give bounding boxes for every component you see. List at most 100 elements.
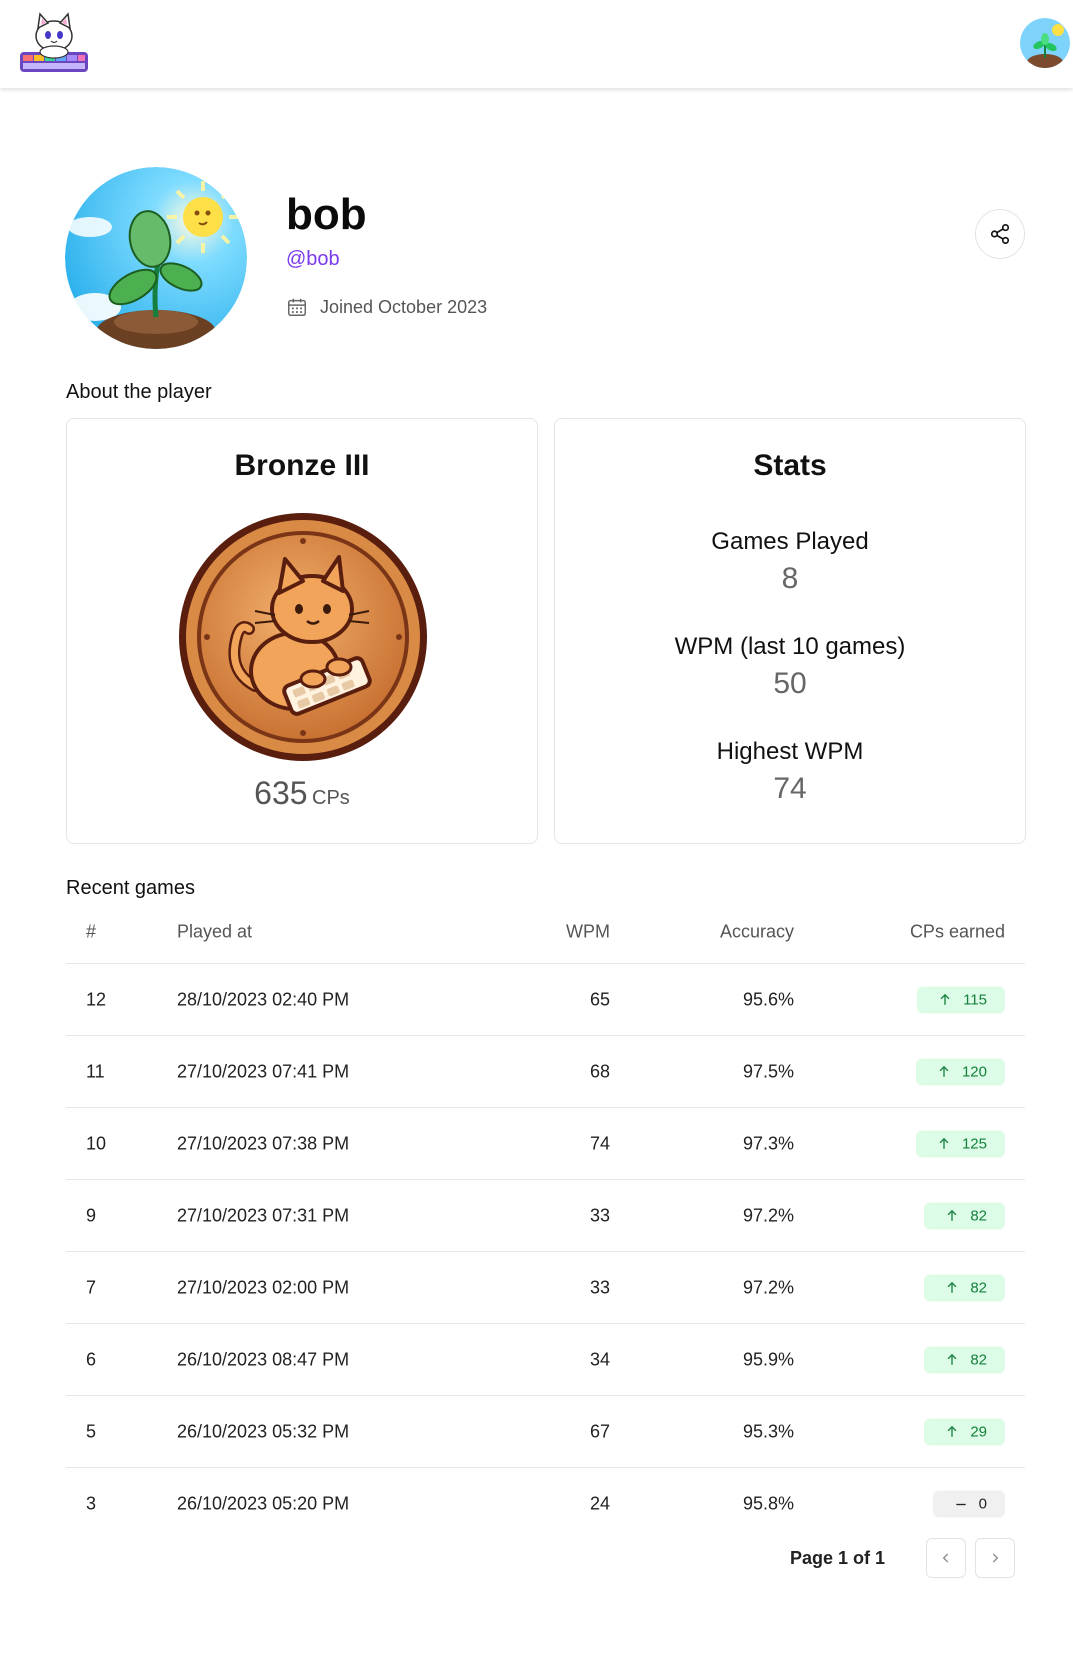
game-number: 5 bbox=[86, 1421, 97, 1441]
bronze-medal-icon bbox=[177, 511, 429, 763]
column-header-cps-earned: CPs earned bbox=[909, 921, 1005, 941]
minus-icon bbox=[955, 1503, 966, 1505]
played-at: 26/10/2023 08:47 PM bbox=[177, 1349, 350, 1369]
cps-earned-badge: 115 bbox=[917, 986, 1005, 1013]
cps-earned: 29 bbox=[924, 1418, 1005, 1445]
stats-card: Stats Games Played 8 WPM (last 10 games)… bbox=[554, 418, 1026, 844]
user-avatar[interactable] bbox=[1020, 18, 1070, 68]
played-at: 28/10/2023 02:40 PM bbox=[177, 989, 350, 1009]
table-row: 12 28/10/2023 02:40 PM 65 95.6% 115 bbox=[66, 964, 1025, 1036]
accuracy-value: 97.2% bbox=[742, 1205, 794, 1225]
username-handle: @bob bbox=[286, 248, 340, 270]
stat-value: 50 bbox=[773, 667, 807, 700]
stat-value: 74 bbox=[773, 772, 807, 805]
table-row: 9 27/10/2023 07:31 PM 33 97.2% 82 bbox=[66, 1180, 1025, 1252]
table-row: 5 26/10/2023 05:32 PM 67 95.3% 29 bbox=[66, 1396, 1025, 1468]
arrow-up-icon bbox=[940, 993, 950, 1005]
game-number: 11 bbox=[86, 1061, 105, 1081]
cps-earned: 115 bbox=[917, 986, 1005, 1013]
wpm-value: 68 bbox=[589, 1061, 610, 1081]
page-indicator: Page 1 of 1 bbox=[789, 1548, 885, 1568]
arrow-up-icon bbox=[939, 1137, 949, 1149]
accuracy-value: 95.8% bbox=[742, 1493, 794, 1514]
wpm-value: 34 bbox=[589, 1349, 610, 1369]
recent-games-title: Recent games bbox=[66, 877, 195, 899]
stat-label: Games Played bbox=[711, 528, 869, 555]
arrow-up-icon bbox=[947, 1353, 957, 1365]
app-logo[interactable] bbox=[18, 10, 90, 76]
column-header-accuracy: Accuracy bbox=[719, 921, 794, 941]
arrow-up-icon bbox=[939, 1065, 949, 1077]
table-row: 6 26/10/2023 08:47 PM 34 95.9% 82 bbox=[66, 1324, 1025, 1396]
stat-label: WPM (last 10 games) bbox=[674, 633, 906, 660]
cps-earned-badge: 82 bbox=[924, 1346, 1005, 1373]
cps-earned-value: 82 bbox=[970, 1351, 987, 1368]
cps-earned-badge: 82 bbox=[924, 1202, 1005, 1229]
cps-earned-value: 120 bbox=[961, 1063, 987, 1080]
pagination: Page 1 of 1 bbox=[66, 1536, 1025, 1580]
column-header-number: # bbox=[86, 921, 97, 941]
game-number: 9 bbox=[86, 1205, 97, 1225]
cps-earned-value: 29 bbox=[970, 1423, 987, 1440]
stat-games-played: Games Played 8 bbox=[555, 528, 1025, 596]
game-number: 3 bbox=[86, 1493, 97, 1514]
game-number: 10 bbox=[86, 1133, 107, 1153]
cps-earned-value: 0 bbox=[978, 1495, 987, 1513]
table-row: 11 27/10/2023 07:41 PM 68 97.5% 120 bbox=[66, 1036, 1025, 1108]
cps-earned-value: 125 bbox=[961, 1135, 987, 1152]
stats-title: Stats bbox=[753, 449, 827, 482]
cps-earned-value: 82 bbox=[970, 1279, 987, 1296]
display-name: bob bbox=[286, 190, 367, 239]
arrow-up-icon bbox=[947, 1281, 957, 1293]
arrow-up-icon bbox=[947, 1425, 957, 1437]
arrow-up-icon bbox=[947, 1209, 957, 1221]
table-row: 3 26/10/2023 05:20 PM 24 95.8% 0 bbox=[66, 1468, 1025, 1540]
played-at: 27/10/2023 07:31 PM bbox=[177, 1205, 350, 1225]
next-page-button[interactable] bbox=[975, 1538, 1015, 1578]
cps-total: 635 CPs bbox=[67, 775, 537, 812]
cps-earned-value: 82 bbox=[970, 1207, 987, 1224]
cps-earned-badge: 120 bbox=[915, 1058, 1005, 1085]
join-date: Joined October 2023 bbox=[286, 296, 487, 318]
recent-games-table: # Played at WPM Accuracy CPs earned 12 28… bbox=[66, 900, 1025, 1540]
cps-earned: 82 bbox=[924, 1202, 1005, 1229]
accuracy-value: 97.3% bbox=[742, 1133, 794, 1153]
chevron-left-icon bbox=[942, 1553, 949, 1563]
cps-unit: CPs bbox=[312, 787, 350, 809]
share-icon bbox=[990, 224, 1010, 244]
previous-page-button[interactable] bbox=[926, 1538, 966, 1578]
join-date-label: Joined October 2023 bbox=[320, 296, 488, 317]
played-at: 27/10/2023 07:41 PM bbox=[177, 1061, 350, 1081]
cps-earned-badge: 82 bbox=[924, 1274, 1005, 1301]
cps-value: 635 bbox=[254, 775, 308, 811]
played-at: 26/10/2023 05:20 PM bbox=[177, 1493, 350, 1514]
wpm-value: 24 bbox=[589, 1493, 610, 1514]
profile-avatar bbox=[65, 167, 247, 349]
cps-earned-badge: 0 bbox=[932, 1490, 1005, 1518]
accuracy-value: 95.3% bbox=[742, 1421, 794, 1441]
cps-earned-badge: 125 bbox=[915, 1130, 1005, 1157]
about-section-title: About the player bbox=[66, 381, 212, 403]
wpm-value: 74 bbox=[589, 1133, 610, 1153]
stat-label: Highest WPM bbox=[716, 738, 864, 765]
played-at: 27/10/2023 02:00 PM bbox=[177, 1277, 350, 1297]
rank-card: Bronze III 635 CPs bbox=[66, 418, 538, 844]
stat-wpm-last-10: WPM (last 10 games) 50 bbox=[555, 633, 1025, 701]
cps-earned: 120 bbox=[915, 1058, 1005, 1085]
game-number: 12 bbox=[86, 989, 107, 1009]
table-row: 7 27/10/2023 02:00 PM 33 97.2% 82 bbox=[66, 1252, 1025, 1324]
wpm-value: 65 bbox=[589, 989, 610, 1009]
played-at: 26/10/2023 05:32 PM bbox=[177, 1421, 350, 1441]
rank-title: Bronze III bbox=[234, 449, 370, 482]
game-number: 6 bbox=[86, 1349, 97, 1369]
wpm-value: 33 bbox=[589, 1205, 610, 1225]
table-header: # Played at WPM Accuracy CPs earned bbox=[66, 900, 1025, 964]
wpm-value: 67 bbox=[589, 1421, 610, 1441]
cps-earned: 82 bbox=[924, 1274, 1005, 1301]
cps-earned-badge: 29 bbox=[924, 1418, 1005, 1445]
top-navbar bbox=[0, 0, 1073, 88]
share-button[interactable] bbox=[975, 209, 1025, 259]
accuracy-value: 95.9% bbox=[742, 1349, 794, 1369]
stat-highest-wpm: Highest WPM 74 bbox=[555, 738, 1025, 806]
played-at: 27/10/2023 07:38 PM bbox=[177, 1133, 350, 1153]
